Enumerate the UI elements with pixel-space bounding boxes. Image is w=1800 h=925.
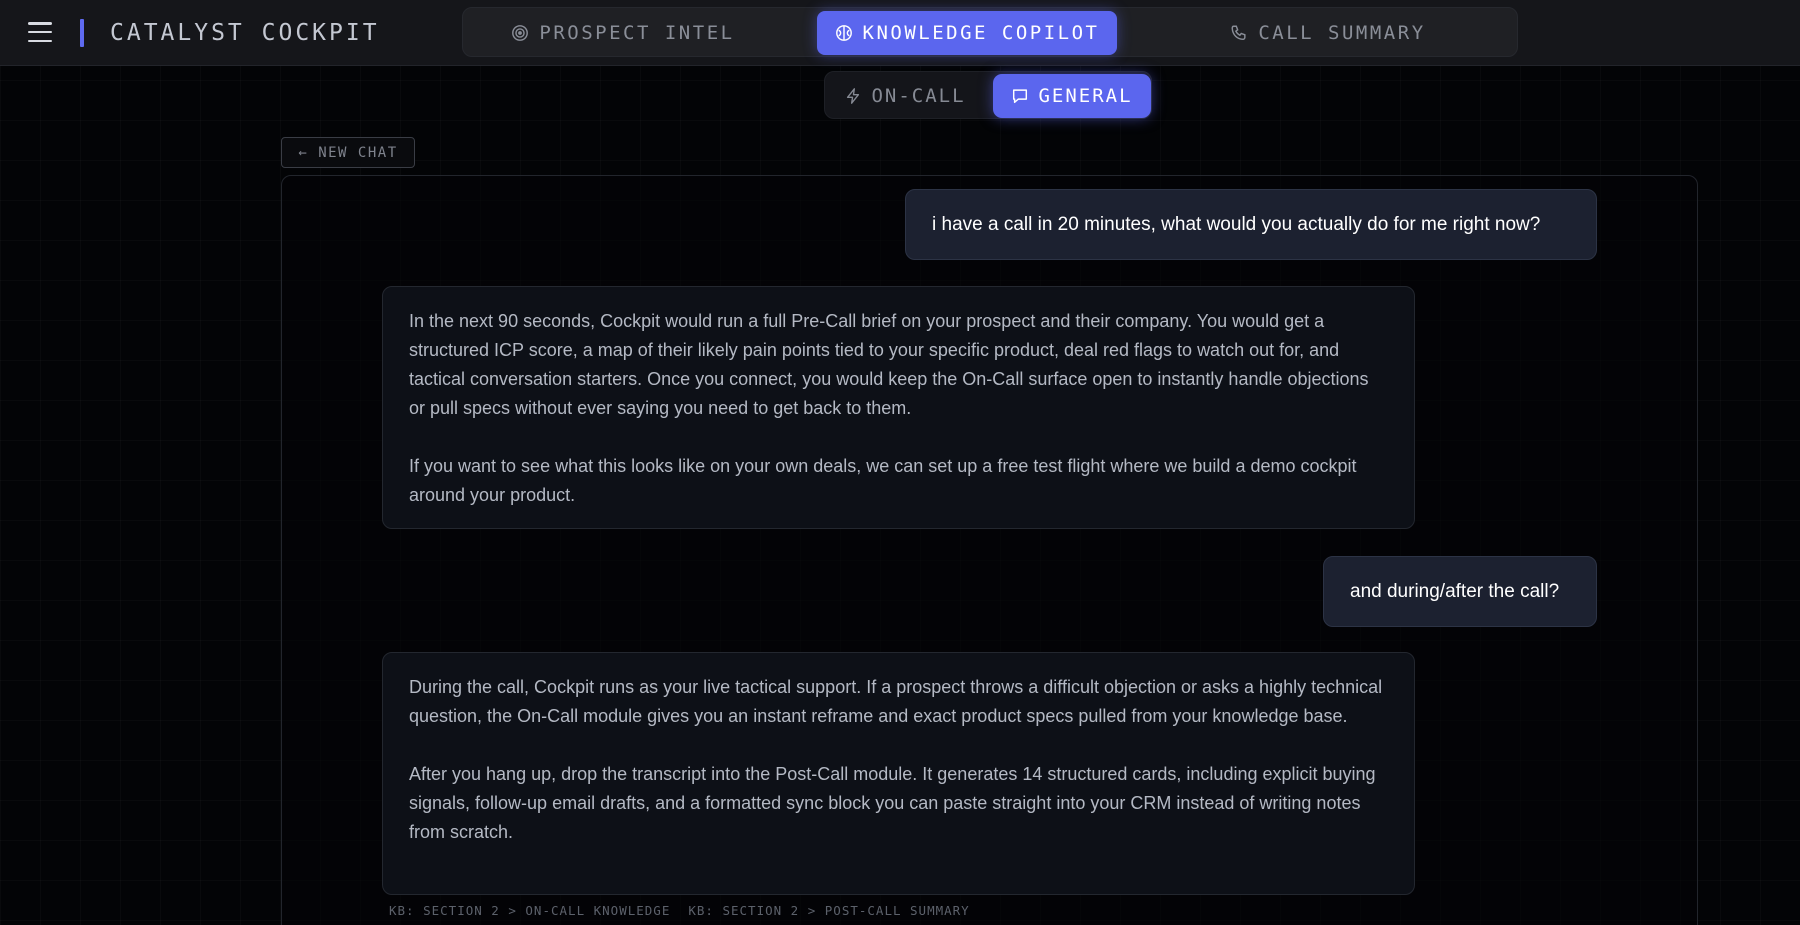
top-bar: CATALYST COCKPIT PROSPECT INTEL KNOWLEDG… bbox=[0, 0, 1800, 66]
tab-prospect-intel[interactable]: PROSPECT INTEL bbox=[473, 11, 773, 55]
app-title: CATALYST COCKPIT bbox=[110, 20, 380, 46]
sub-tabs: ON-CALL GENERAL bbox=[824, 71, 1152, 119]
assistant-message: In the next 90 seconds, Cockpit would ru… bbox=[382, 286, 1415, 529]
phone-icon bbox=[1231, 25, 1246, 41]
kb-source-tag[interactable]: KB: SECTION 2 > POST-CALL SUMMARY bbox=[688, 903, 969, 918]
assistant-paragraph: After you hang up, drop the transcript i… bbox=[409, 764, 1376, 842]
target-icon bbox=[512, 25, 529, 41]
tab-label: KNOWLEDGE COPILOT bbox=[862, 22, 1100, 44]
chat-panel: i have a call in 20 minutes, what would … bbox=[281, 175, 1698, 925]
assistant-paragraph: If you want to see what this looks like … bbox=[409, 456, 1357, 505]
subtab-general[interactable]: GENERAL bbox=[993, 74, 1151, 118]
new-chat-button[interactable]: ← NEW CHAT bbox=[281, 137, 415, 168]
subtab-on-call[interactable]: ON-CALL bbox=[835, 74, 975, 118]
tab-label: PROSPECT INTEL bbox=[539, 22, 735, 44]
subtab-label: ON-CALL bbox=[871, 85, 966, 107]
chat-bubble-icon bbox=[1013, 89, 1028, 104]
tab-label: CALL SUMMARY bbox=[1258, 22, 1426, 44]
assistant-paragraph: In the next 90 seconds, Cockpit would ru… bbox=[409, 311, 1369, 418]
brand-accent-bar bbox=[80, 19, 84, 47]
tab-call-summary[interactable]: CALL SUMMARY bbox=[1155, 11, 1501, 55]
user-message: and during/after the call? bbox=[1323, 556, 1597, 627]
assistant-message: During the call, Cockpit runs as your li… bbox=[382, 652, 1415, 895]
user-message: i have a call in 20 minutes, what would … bbox=[905, 189, 1597, 260]
assistant-paragraph: During the call, Cockpit runs as your li… bbox=[409, 677, 1383, 726]
lightning-icon bbox=[847, 88, 860, 104]
hamburger-menu-icon[interactable] bbox=[28, 22, 52, 42]
kb-sources: KB: SECTION 2 > ON-CALL KNOWLEDGE KB: SE… bbox=[389, 903, 970, 918]
kb-source-tag[interactable]: KB: SECTION 2 > ON-CALL KNOWLEDGE bbox=[389, 903, 670, 918]
subtab-label: GENERAL bbox=[1038, 85, 1133, 107]
mode-tabs: PROSPECT INTEL KNOWLEDGE COPILOT CALL SU… bbox=[462, 7, 1518, 57]
brain-icon bbox=[835, 25, 852, 41]
tab-knowledge-copilot[interactable]: KNOWLEDGE COPILOT bbox=[817, 11, 1117, 55]
